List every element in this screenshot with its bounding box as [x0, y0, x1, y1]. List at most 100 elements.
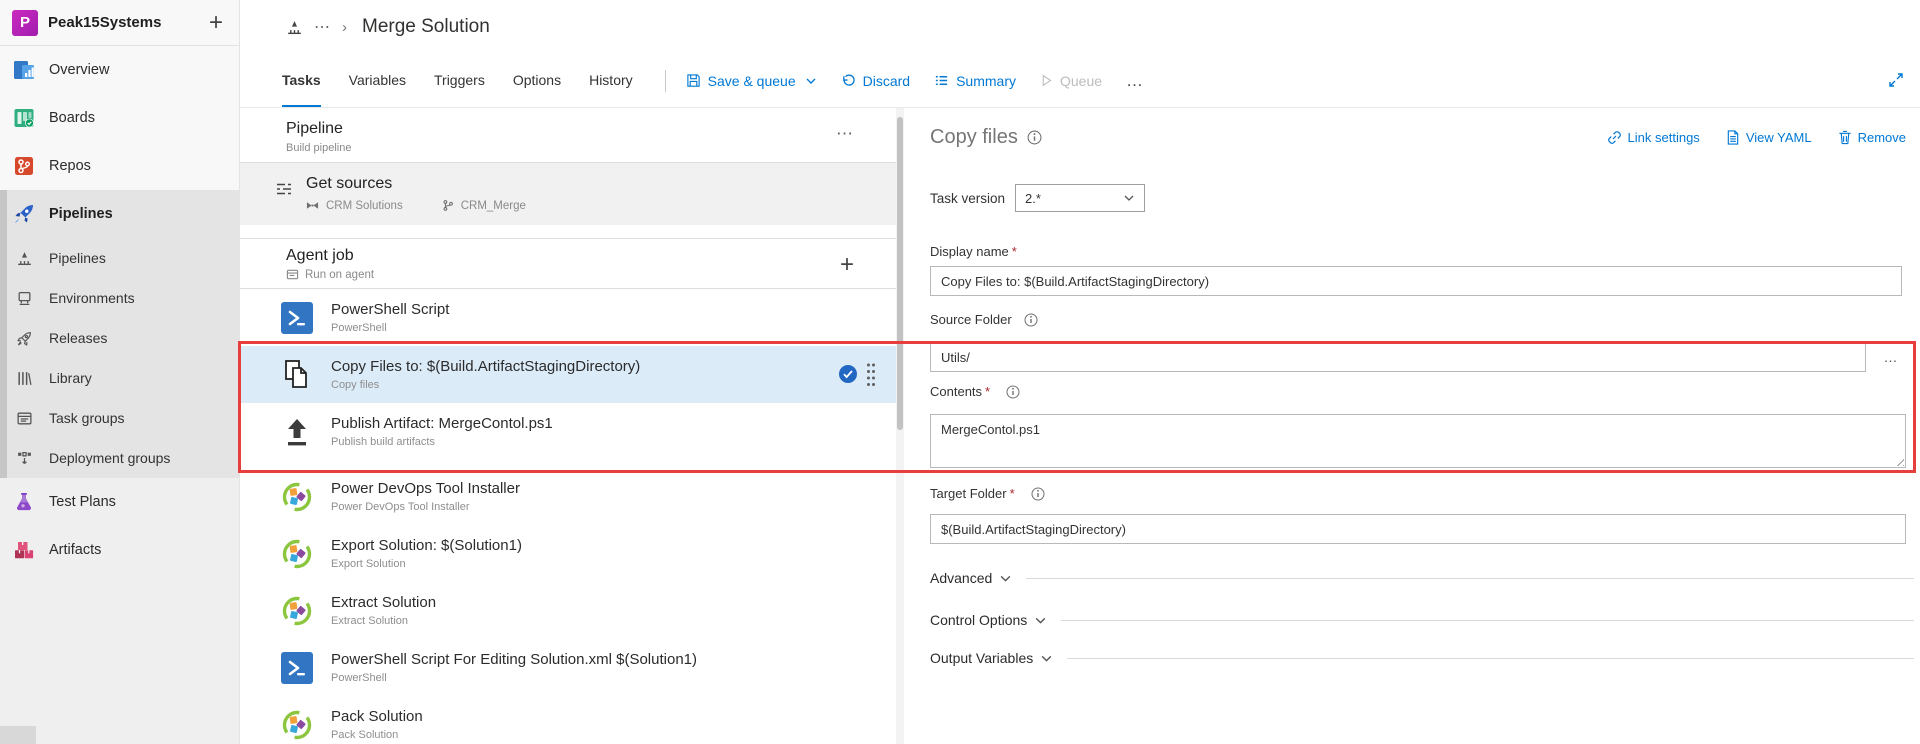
page-title: Merge Solution [362, 16, 490, 37]
task-row-powershell-script[interactable]: PowerShell Script PowerShell [240, 289, 898, 346]
drag-handle[interactable] [866, 362, 876, 388]
sidebar-item-label: Overview [49, 62, 110, 78]
project-header[interactable]: P Peak15Systems + [0, 0, 239, 46]
azure-devops-pipeline-editor: P Peak15Systems + Overview Boards Repos … [0, 0, 1920, 744]
agent-job-subtitle: Run on agent [305, 268, 375, 281]
repo-name: CRM Solutions [326, 199, 403, 212]
task-list-scrollbar[interactable] [896, 108, 904, 744]
breadcrumb-more-button[interactable]: ⋯ [314, 17, 331, 37]
sidebar-item-label: Pipelines [49, 206, 113, 222]
info-icon[interactable] [1031, 487, 1045, 501]
sidebar-item-pipelines[interactable]: Pipelines [0, 190, 239, 238]
sidebar-item-label: Pipelines [49, 250, 106, 266]
agent-job-header[interactable]: Agent job Run on agent + [240, 238, 898, 289]
deployment-groups-icon [12, 449, 36, 467]
save-and-queue-button[interactable]: Save & queue [686, 73, 817, 89]
tab-tasks[interactable]: Tasks [282, 54, 321, 107]
view-yaml-button[interactable]: View YAML [1726, 130, 1812, 145]
task-row-pack-solution[interactable]: Pack Solution Pack Solution [240, 696, 898, 744]
source-folder-input[interactable] [930, 342, 1866, 372]
tab-options[interactable]: Options [513, 54, 561, 107]
sidebar-item-boards[interactable]: Boards [0, 94, 239, 142]
contents-textarea[interactable]: MergeContol.ps1 [930, 414, 1906, 468]
target-folder-input[interactable] [930, 514, 1906, 544]
sidebar-item-label: Boards [49, 110, 95, 126]
task-row-powershell-edit-solution[interactable]: PowerShell Script For Editing Solution.x… [240, 639, 898, 696]
pipeline-header[interactable]: Pipeline Build pipeline ⋯ [240, 108, 898, 163]
pipeline-task-list: Pipeline Build pipeline ⋯ Get sources CR… [240, 108, 898, 744]
sidebar-item-test-plans[interactable]: Test Plans [0, 478, 239, 526]
info-icon[interactable] [1027, 130, 1042, 145]
project-name: Peak15Systems [48, 14, 162, 31]
releases-rocket-icon [12, 329, 36, 347]
scrollbar-thumb[interactable] [897, 117, 903, 430]
overview-icon [12, 58, 36, 82]
main-area: ⋯ › Merge Solution Tasks Variables Trigg… [240, 0, 1920, 744]
chevron-down-icon [1123, 192, 1135, 204]
repo-icon [306, 199, 319, 212]
task-enabled-check-icon[interactable] [838, 364, 858, 384]
info-icon[interactable] [1006, 385, 1020, 399]
sidebar-item-environments[interactable]: Environments [0, 278, 239, 318]
pipeline-title: Pipeline [286, 120, 343, 137]
sidebar-item-overview[interactable]: Overview [0, 46, 239, 94]
sidebar: P Peak15Systems + Overview Boards Repos … [0, 0, 240, 744]
sidebar-item-artifacts[interactable]: Artifacts [0, 526, 239, 574]
tab-variables[interactable]: Variables [349, 54, 406, 107]
add-task-button[interactable]: + [840, 251, 854, 279]
summary-button[interactable]: Summary [934, 73, 1016, 89]
tab-triggers[interactable]: Triggers [434, 54, 485, 107]
powershell-icon [280, 651, 314, 685]
browse-source-folder-button[interactable]: … [1874, 342, 1908, 372]
section-divider [1067, 657, 1914, 659]
section-output-variables[interactable]: Output Variables [930, 646, 1914, 670]
publish-artifact-icon [280, 415, 314, 449]
breadcrumb: ⋯ › Merge Solution [240, 0, 1920, 54]
remove-task-button[interactable]: Remove [1838, 130, 1906, 145]
task-row-copy-files[interactable]: Copy Files to: $(Build.ArtifactStagingDi… [240, 346, 898, 403]
powershell-icon [280, 301, 314, 335]
task-row-export-solution[interactable]: Export Solution: $(Solution1) Export Solu… [240, 525, 898, 582]
sidebar-item-deployment-groups[interactable]: Deployment groups [0, 438, 239, 478]
get-sources-title: Get sources [306, 175, 393, 192]
queue-button[interactable]: Queue [1040, 73, 1102, 89]
link-settings-button[interactable]: Link settings [1607, 130, 1700, 145]
discard-button[interactable]: Discard [841, 73, 910, 89]
power-devops-icon [280, 708, 314, 742]
task-row-extract-solution[interactable]: Extract Solution Extract Solution [240, 582, 898, 639]
pipeline-definition-icon [286, 19, 303, 36]
chevron-down-icon [1040, 652, 1053, 665]
sidebar-item-repos[interactable]: Repos [0, 142, 239, 190]
sidebar-item-label: Test Plans [49, 494, 116, 510]
tab-bar: Tasks Variables Triggers Options History… [240, 54, 1920, 108]
sidebar-item-task-groups[interactable]: Task groups [0, 398, 239, 438]
chevron-down-icon [1034, 614, 1047, 627]
tab-history[interactable]: History [589, 54, 633, 107]
fullscreen-icon[interactable] [1888, 72, 1904, 88]
task-detail-panel: Copy files Link settings View YAML Remov… [930, 108, 1920, 744]
sidebar-item-label: Environments [49, 290, 135, 306]
task-version-dropdown[interactable]: 2.* [1015, 184, 1146, 212]
sidebar-item-library[interactable]: Library [0, 358, 239, 398]
section-advanced[interactable]: Advanced [930, 566, 1914, 590]
task-row-publish-artifact[interactable]: Publish Artifact: MergeContol.ps1 Publish… [240, 403, 898, 460]
get-sources-row[interactable]: Get sources CRM Solutions CRM_Merge [240, 163, 898, 225]
task-row-power-devops-tool-installer[interactable]: Power DevOps Tool Installer Power DevOps … [240, 468, 898, 525]
sidebar-item-pipelines-builds[interactable]: Pipelines [0, 238, 239, 278]
task-rows: PowerShell Script PowerShell Copy Files t… [240, 289, 898, 744]
sidebar-item-releases[interactable]: Releases [0, 318, 239, 358]
power-devops-icon [280, 594, 314, 628]
repos-icon [12, 154, 36, 178]
toolbar-divider [664, 69, 666, 92]
power-devops-icon [280, 480, 314, 514]
sidebar-item-label: Releases [49, 330, 108, 346]
info-icon[interactable] [1024, 313, 1038, 327]
section-control-options[interactable]: Control Options [930, 608, 1914, 632]
contents-label: Contents * [930, 384, 1020, 399]
pipeline-more-button[interactable]: ⋯ [836, 124, 854, 144]
display-name-input[interactable] [930, 266, 1902, 296]
breadcrumb-chevron-icon: › [342, 18, 347, 36]
toolbar-more-button[interactable]: … [1126, 71, 1145, 91]
list-icon [934, 73, 949, 88]
add-project-button[interactable]: + [205, 10, 227, 35]
